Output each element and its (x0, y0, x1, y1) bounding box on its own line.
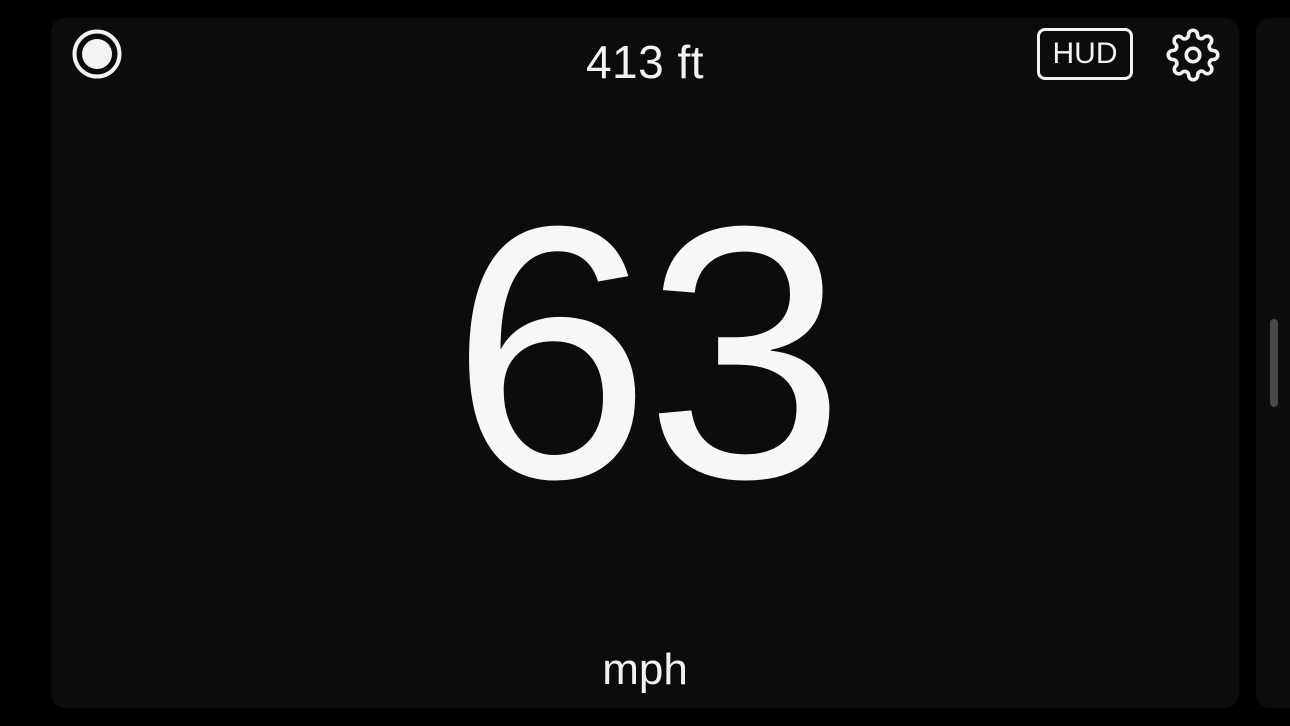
hud-button[interactable]: HUD (1037, 28, 1133, 80)
vertical-scrollbar[interactable] (1270, 319, 1278, 407)
settings-button[interactable] (1166, 28, 1220, 82)
speedometer-screen: 413 ft HUD 63 mph (0, 0, 1290, 726)
gear-icon (1166, 28, 1220, 82)
record-button[interactable] (72, 29, 122, 79)
altitude-readout: 413 ft (585, 36, 705, 88)
record-icon (72, 29, 122, 79)
speed-readout: 63 (450, 152, 845, 554)
speed-unit-label[interactable]: mph (445, 642, 845, 698)
